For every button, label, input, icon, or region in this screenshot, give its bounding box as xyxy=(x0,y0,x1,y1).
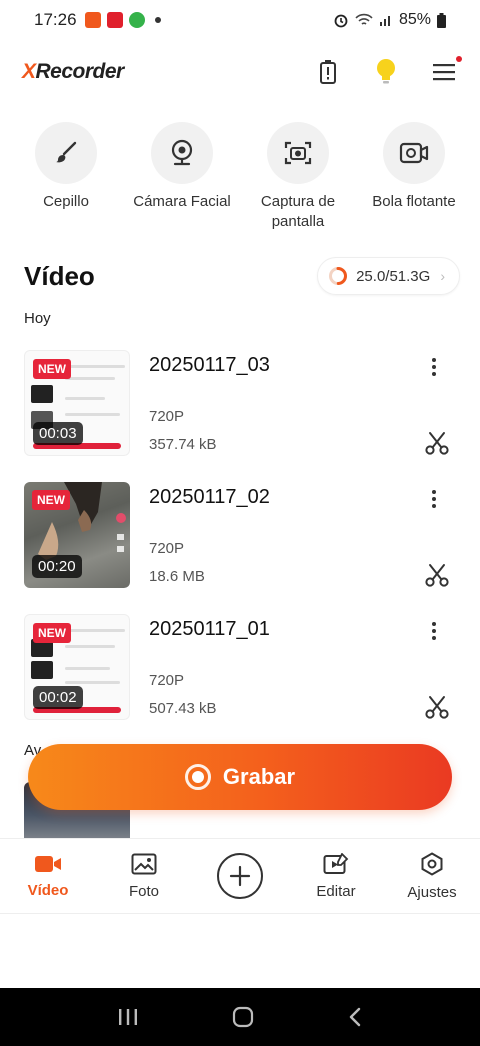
video-duration: 00:03 xyxy=(33,422,83,445)
floating-ball-icon xyxy=(399,142,429,164)
video-section-header: Vídeo 25.0/51.3G › xyxy=(24,256,460,296)
storage-indicator[interactable]: 25.0/51.3G › xyxy=(317,257,460,295)
scissors-icon[interactable] xyxy=(424,430,450,456)
group-label-today: Hoy xyxy=(24,310,51,327)
storage-text: 25.0/51.3G xyxy=(356,267,431,285)
more-options-icon[interactable] xyxy=(424,620,444,642)
video-list-item[interactable]: NEW 00:03 20250117_03 720P 357.74 kB xyxy=(24,350,456,456)
plus-circle-icon xyxy=(217,853,263,899)
video-thumbnail[interactable]: NEW 00:02 xyxy=(24,614,130,720)
video-resolution: 720P xyxy=(149,408,185,425)
status-bar: 17:26 85% xyxy=(0,0,480,40)
photo-icon xyxy=(131,853,157,874)
tips-button[interactable] xyxy=(372,58,400,86)
nav-create[interactable] xyxy=(192,839,288,913)
battery-icon xyxy=(437,12,446,28)
menu-button[interactable] xyxy=(430,56,462,86)
settings-hexagon-icon xyxy=(421,851,443,876)
video-size: 507.43 kB xyxy=(149,700,217,717)
video-size: 357.74 kB xyxy=(149,436,217,453)
screenshot-icon xyxy=(284,141,312,165)
video-list-item[interactable]: NEW 00:20 20250117_02 720P 18.6 MB xyxy=(24,482,456,588)
video-resolution: 720P xyxy=(149,672,185,689)
back-icon[interactable] xyxy=(347,1006,363,1028)
nav-video[interactable]: Vídeo xyxy=(0,839,96,913)
tools-row: Cepillo Cámara Facial Captura de pantall… xyxy=(0,122,480,232)
chevron-right-icon: › xyxy=(440,268,445,284)
tool-face-camera[interactable]: Cámara Facial xyxy=(126,122,238,232)
edit-video-icon xyxy=(323,852,349,874)
video-thumbnail[interactable]: NEW 00:20 xyxy=(24,482,130,588)
section-title: Vídeo xyxy=(24,260,95,291)
app-logo: XRecorder xyxy=(22,60,124,83)
new-badge: NEW xyxy=(33,623,71,643)
nav-photo[interactable]: Foto xyxy=(96,839,192,913)
storage-ring-icon xyxy=(329,267,348,285)
video-list-item[interactable]: NEW 00:02 20250117_01 720P 507.43 kB xyxy=(24,614,456,720)
home-icon[interactable] xyxy=(232,1006,254,1028)
wifi-icon xyxy=(355,13,373,25)
video-duration: 00:20 xyxy=(32,555,82,578)
record-icon xyxy=(184,764,211,790)
status-time: 17:26 xyxy=(34,10,77,29)
recent-apps-icon[interactable] xyxy=(117,1007,139,1027)
tool-brush[interactable]: Cepillo xyxy=(10,122,122,232)
tool-screenshot[interactable]: Captura de pantalla xyxy=(242,122,354,232)
more-options-icon[interactable] xyxy=(424,356,444,378)
video-size: 18.6 MB xyxy=(149,568,205,585)
tool-floating-ball[interactable]: Bola flotante xyxy=(358,122,470,232)
app-bar: XRecorder xyxy=(0,46,480,98)
battery-saver-button[interactable] xyxy=(314,58,342,86)
nav-edit[interactable]: Editar xyxy=(288,839,384,913)
record-button-label: Grabar xyxy=(222,764,296,789)
new-badge: NEW xyxy=(32,490,70,510)
nav-settings[interactable]: Ajustes xyxy=(384,839,480,913)
tool-face-camera-label: Cámara Facial xyxy=(133,193,231,210)
more-notifications-icon xyxy=(154,17,161,23)
signal-icon xyxy=(379,16,390,26)
scissors-icon[interactable] xyxy=(424,694,450,720)
video-duration: 00:02 xyxy=(33,686,83,709)
video-name: 20250117_01 xyxy=(149,618,270,640)
brush-icon xyxy=(56,141,77,163)
video-name: 20250117_03 xyxy=(149,354,270,376)
tool-floating-ball-label: Bola flotante xyxy=(372,193,456,210)
scissors-icon[interactable] xyxy=(424,562,450,588)
tool-brush-label: Cepillo xyxy=(43,193,89,210)
recorder-notification-icon xyxy=(84,12,101,28)
system-navigation-bar xyxy=(0,988,480,1046)
webcam-icon xyxy=(171,139,193,166)
video-resolution: 720P xyxy=(149,540,185,557)
video-name: 20250117_02 xyxy=(149,486,270,508)
video-notification-icon xyxy=(106,12,123,28)
more-options-icon[interactable] xyxy=(424,488,444,510)
android-notification-icon xyxy=(128,12,145,28)
lightbulb-icon xyxy=(377,59,395,84)
battery-percent: 85% xyxy=(398,11,431,28)
alarm-icon xyxy=(334,14,348,28)
battery-alert-icon xyxy=(320,60,336,84)
hamburger-menu-icon xyxy=(433,64,455,81)
record-button[interactable]: Grabar xyxy=(28,744,452,810)
bottom-nav: Vídeo Foto Editar Ajustes xyxy=(0,838,480,914)
video-camera-icon xyxy=(35,855,61,872)
tool-screenshot-label: Captura de pantalla xyxy=(260,193,336,230)
video-thumbnail[interactable]: NEW 00:03 xyxy=(24,350,130,456)
new-badge: NEW xyxy=(33,359,71,379)
menu-notification-dot xyxy=(456,56,462,62)
